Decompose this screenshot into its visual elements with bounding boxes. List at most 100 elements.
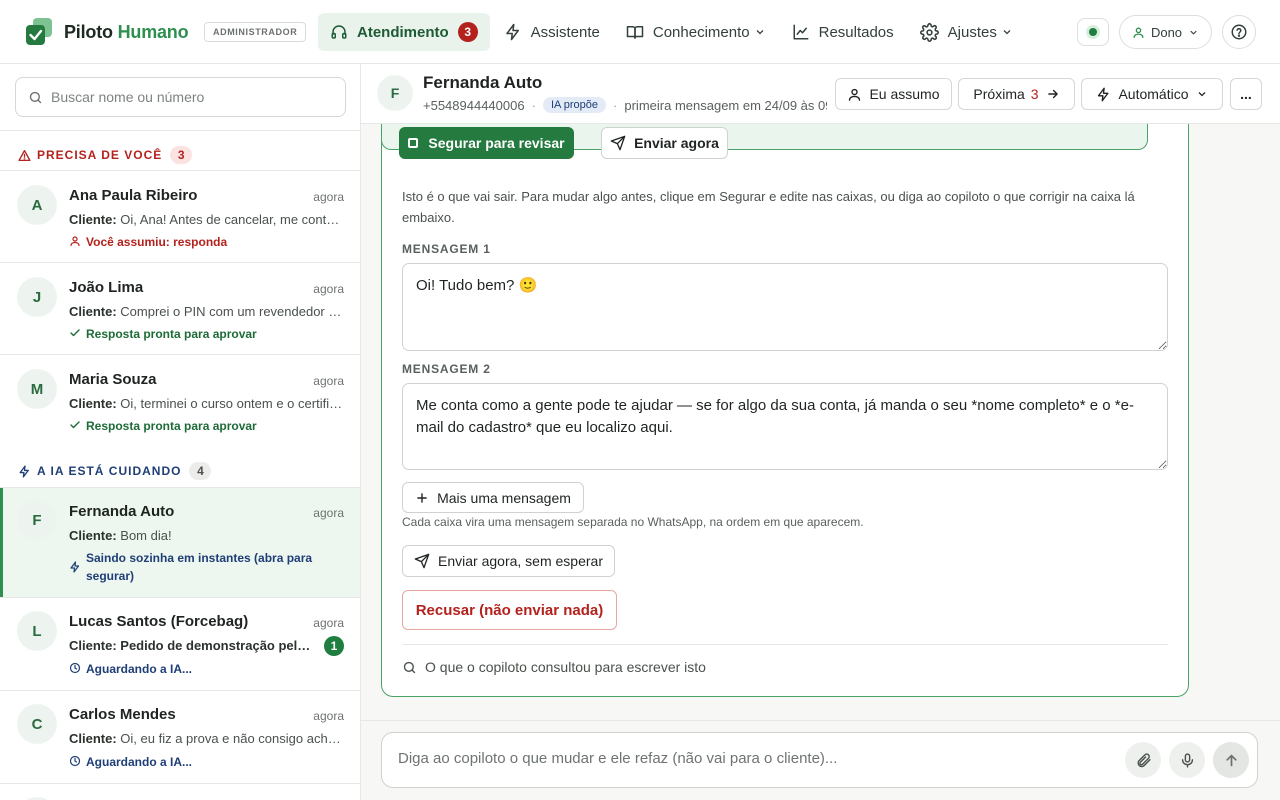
online-status-toggle[interactable] bbox=[1077, 18, 1109, 46]
conversation-time: agora bbox=[313, 190, 344, 204]
contact-phone: +5548944440006 bbox=[423, 97, 525, 113]
refuse-button[interactable]: Recusar (não enviar nada) bbox=[402, 590, 617, 630]
more-options-button[interactable]: ... bbox=[1230, 78, 1262, 110]
avatar: L bbox=[17, 611, 57, 651]
draft-help-text: Isto é o que vai sair. Para mudar algo a… bbox=[402, 189, 1135, 225]
avatar: J bbox=[17, 277, 57, 317]
nav-resultados[interactable]: Resultados bbox=[780, 13, 906, 51]
chart-line-icon bbox=[792, 23, 810, 41]
conversation-item[interactable]: M Maria Souza agora Cliente: Oi, termine… bbox=[0, 354, 360, 446]
conversation-status: Aguardando a IA... bbox=[69, 660, 192, 678]
nav-resultados-label: Resultados bbox=[818, 23, 894, 41]
nav-conhecimento[interactable]: Conhecimento bbox=[614, 13, 778, 51]
divider bbox=[0, 130, 360, 131]
conversation-item[interactable]: L Lucas Santos (Forcebag) agora Cliente:… bbox=[0, 597, 360, 690]
contact-meta: +5548944440006 · IA propõe · primeira me… bbox=[423, 97, 827, 113]
chevron-down-icon bbox=[1188, 27, 1199, 38]
nav-assistente[interactable]: Assistente bbox=[492, 13, 612, 51]
conversation-preview: Cliente: Oi, eu fiz a prova e não consig… bbox=[69, 731, 345, 746]
nav-atendimento[interactable]: Atendimento 3 bbox=[318, 13, 490, 51]
brand[interactable]: Piloto Humano bbox=[26, 18, 189, 46]
chat-header: F Fernanda Auto +5548944440006 · IA prop… bbox=[361, 64, 1280, 124]
conversation-name: Fernanda Auto bbox=[69, 503, 175, 520]
top-navigation-bar: Piloto Humano ADMINISTRADOR Atendimento … bbox=[0, 0, 1280, 64]
search-box bbox=[15, 77, 346, 117]
microphone-icon bbox=[1179, 752, 1196, 769]
section-ai-handling: A IA ESTÁ CUIDANDO 4 bbox=[18, 462, 212, 480]
brand-name: Piloto Humano bbox=[64, 21, 189, 42]
attach-button[interactable] bbox=[1125, 742, 1161, 778]
lightning-icon bbox=[18, 464, 31, 478]
clock-icon bbox=[69, 755, 81, 767]
conversation-status: Resposta pronta para aprovar bbox=[69, 417, 257, 435]
conversation-name: João Lima bbox=[69, 279, 144, 296]
conversation-time: agora bbox=[313, 709, 344, 723]
chevron-down-icon bbox=[754, 26, 766, 38]
conversation-panel: Segurar para revisar Enviar agora Isto é… bbox=[361, 64, 1280, 800]
conversation-status: Você assumiu: responda bbox=[69, 233, 227, 251]
conversation-name: Ana Paula Ribeiro bbox=[69, 187, 198, 204]
hold-to-review-button[interactable]: Segurar para revisar bbox=[399, 127, 574, 159]
copilot-instruction-input[interactable] bbox=[398, 750, 1098, 767]
conversation-item-selected[interactable]: F Fernanda Auto agora Cliente: Bom dia! … bbox=[0, 487, 360, 597]
microphone-button[interactable] bbox=[1169, 742, 1205, 778]
chevron-down-icon bbox=[1001, 26, 1013, 38]
conversation-name: Carlos Mendes bbox=[69, 706, 176, 723]
user-icon bbox=[69, 235, 81, 247]
conversation-item[interactable] bbox=[0, 783, 360, 800]
avatar: M bbox=[17, 369, 57, 409]
avatar: F bbox=[17, 500, 57, 540]
send-now-no-wait-button[interactable]: Enviar agora, sem esperar bbox=[402, 545, 615, 577]
user-icon bbox=[847, 87, 862, 102]
conversation-time: agora bbox=[313, 616, 344, 630]
conversation-item[interactable]: C Carlos Mendes agora Cliente: Oi, eu fi… bbox=[0, 690, 360, 783]
search-input[interactable] bbox=[51, 89, 341, 105]
user-menu-label: Dono bbox=[1150, 24, 1183, 40]
conversation-item[interactable]: J João Lima agora Cliente: Comprei o PIN… bbox=[0, 262, 360, 354]
conversation-preview: Cliente: Bom dia! bbox=[69, 528, 172, 543]
arrow-right-icon bbox=[1046, 87, 1060, 101]
conversation-preview: Cliente: Oi, terminei o curso ontem e o … bbox=[69, 396, 345, 411]
clock-icon bbox=[69, 662, 81, 674]
section-needs-you-count: 3 bbox=[170, 146, 193, 164]
search-icon bbox=[28, 90, 43, 105]
avatar: C bbox=[17, 704, 57, 744]
message-1-textarea[interactable]: Oi! Tudo bem? 🙂 bbox=[402, 263, 1168, 351]
next-count: 3 bbox=[1030, 86, 1039, 102]
conversation-name: Lucas Santos (Forcebag) bbox=[69, 613, 249, 630]
arrow-up-icon bbox=[1223, 752, 1240, 769]
main-nav: Atendimento 3 Assistente Conhecimento Re… bbox=[318, 13, 1027, 51]
lightning-icon bbox=[1096, 87, 1111, 102]
avatar: F bbox=[377, 75, 413, 111]
lightning-icon bbox=[504, 23, 522, 41]
conversation-item[interactable]: A Ana Paula Ribeiro agora Cliente: Oi, A… bbox=[0, 170, 360, 262]
user-menu-button[interactable]: Dono bbox=[1119, 15, 1212, 49]
send-instruction-button[interactable] bbox=[1213, 742, 1249, 778]
book-icon bbox=[626, 23, 644, 41]
conversation-status: Saindo sozinha em instantes (abra para s… bbox=[69, 549, 319, 585]
pause-square-icon bbox=[408, 138, 419, 148]
section-needs-you: PRECISA DE VOCÊ 3 bbox=[18, 146, 193, 164]
mode-dropdown[interactable]: Automático bbox=[1081, 78, 1223, 110]
nav-conhecimento-label: Conhecimento bbox=[652, 23, 750, 41]
send-icon bbox=[610, 135, 626, 151]
conversation-sidebar: PRECISA DE VOCÊ 3 A Ana Paula Ribeiro ag… bbox=[0, 64, 361, 800]
next-conversation-button[interactable]: Próxima 3 bbox=[958, 78, 1075, 110]
chevron-down-icon bbox=[1196, 88, 1208, 100]
search-icon bbox=[402, 660, 417, 675]
assume-button[interactable]: Eu assumo bbox=[835, 78, 952, 110]
messages-note: Cada caixa vira uma mensagem separada no… bbox=[402, 515, 864, 529]
conversation-time: agora bbox=[313, 282, 344, 296]
message-2-textarea[interactable]: Me conta como a gente pode te ajudar — s… bbox=[402, 383, 1168, 470]
user-icon bbox=[1132, 26, 1145, 39]
role-badge: ADMINISTRADOR bbox=[204, 22, 307, 42]
check-icon bbox=[69, 419, 81, 431]
lightning-icon bbox=[69, 561, 81, 573]
help-button[interactable] bbox=[1222, 15, 1256, 49]
section-needs-you-title: PRECISA DE VOCÊ bbox=[37, 148, 163, 162]
ia-status-pill: IA propõe bbox=[542, 97, 607, 113]
nav-ajustes[interactable]: Ajustes bbox=[908, 13, 1025, 51]
send-now-button[interactable]: Enviar agora bbox=[601, 127, 728, 159]
add-message-button[interactable]: Mais uma mensagem bbox=[402, 482, 584, 513]
copilot-sources-toggle[interactable]: O que o copiloto consultou para escrever… bbox=[402, 659, 706, 675]
